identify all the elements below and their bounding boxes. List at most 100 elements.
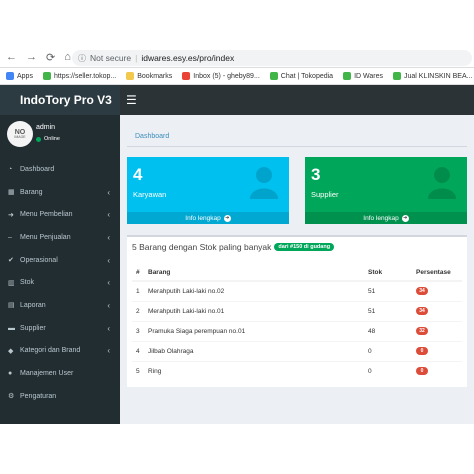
row-number: 3: [132, 320, 144, 341]
status-badge: dari #150 di gudang: [274, 243, 335, 251]
bookmark-apps[interactable]: Apps: [6, 72, 33, 80]
supplier-card: 3 Supplier Info lengkap ➜: [305, 157, 467, 224]
chevron-left-icon: ‹: [107, 346, 110, 356]
sidebar-item-label: Operasional: [20, 256, 58, 264]
row-stok: 0: [364, 340, 412, 361]
supplier-info-link[interactable]: Info lengkap ➜: [305, 212, 467, 224]
col-header-barang: Barang: [144, 264, 364, 282]
chevron-left-icon: ‹: [107, 232, 110, 242]
main-content: Dashboard 4 Karyawan Info lengkap ➜ 3 Su…: [120, 115, 474, 424]
sidebar-item-barang[interactable]: ▦ Barang ‹: [0, 181, 120, 204]
table-row: 3 Pramuka Siaga perempuan no.01 48 32: [132, 320, 462, 341]
top-stock-panel: 5 Barang dengan Stok paling banyak dari …: [127, 235, 467, 387]
sidebar-item-label: Stok: [20, 279, 35, 287]
row-persentase: 0: [412, 340, 462, 361]
gmail-icon: [182, 72, 191, 80]
security-label: Not secure: [90, 53, 132, 63]
sidebar-item-label: Laporan: [20, 301, 46, 309]
bookmark-klinskin[interactable]: Jual KLINSKIN BEA...: [393, 72, 472, 80]
sidebar-item-kategori[interactable]: ◆ Kategori dan Brand ‹: [0, 340, 120, 363]
row-number: 4: [132, 340, 144, 361]
minus-icon: –: [8, 233, 12, 241]
breadcrumb: Dashboard: [127, 127, 467, 147]
chart-icon: ▥: [8, 279, 15, 287]
karyawan-card: 4 Karyawan Info lengkap ➜: [127, 157, 289, 224]
bookmark-chat[interactable]: Chat | Tokopedia: [269, 72, 333, 80]
app-logo[interactable]: IndoTory Pro V3: [0, 85, 120, 115]
sidebar-item-label: Kategori dan Brand: [20, 347, 81, 355]
sidebar-item-label: Barang: [20, 188, 43, 196]
bookmark-inbox[interactable]: Inbox (5) - gheby89...: [182, 72, 260, 80]
row-barang: Jilbab Olahraga: [144, 340, 364, 361]
folder-icon: [126, 72, 135, 80]
row-barang: Merahputih Laki-laki no.02: [144, 280, 364, 301]
chevron-left-icon: ‹: [107, 278, 110, 288]
bookmarks-bar: Apps https://seller.tokop... Bookmarks I…: [0, 68, 474, 85]
bookmark-idwares[interactable]: ID Wares: [343, 72, 383, 80]
percent-badge: 32: [416, 327, 428, 335]
top-stock-header: 5 Barang dengan Stok paling banyak dari …: [132, 242, 335, 252]
row-stok: 0: [364, 360, 412, 381]
user-icon: ●: [8, 370, 13, 378]
table-icon: ▦: [8, 189, 15, 197]
col-header-stok: Stok: [364, 264, 412, 282]
karyawan-count: 4: [133, 165, 143, 184]
browser-toolbar: ← → ⟳ ⌂ ⓘ Not secure | idwares.esy.es/pr…: [0, 48, 474, 68]
chevron-left-icon: ‹: [107, 255, 110, 265]
percent-badge: 34: [416, 307, 428, 315]
sidebar-item-user[interactable]: ● Manajemen User: [0, 362, 120, 385]
row-number: 2: [132, 300, 144, 321]
table-header-row: # Barang Stok Persentase: [132, 264, 462, 282]
percent-badge: 0: [416, 347, 428, 355]
home-icon[interactable]: ⌂: [64, 51, 71, 64]
address-bar[interactable]: ⓘ Not secure | idwares.esy.es/pro/index: [72, 50, 472, 66]
gear-icon: ⚙: [8, 393, 15, 401]
sidebar-item-operasional[interactable]: ✔ Operasional ‹: [0, 249, 120, 272]
sidebar-item-dashboard[interactable]: ◔ Dashboard: [0, 158, 120, 181]
browser-nav: ← → ⟳ ⌂: [6, 51, 71, 64]
sidebar-item-penjualan[interactable]: – Menu Penjualan ‹: [0, 226, 120, 249]
chevron-left-icon: ‹: [107, 187, 110, 197]
back-icon[interactable]: ←: [6, 51, 17, 64]
sidebar-item-pengaturan[interactable]: ⚙ Pengaturan: [0, 385, 120, 408]
tokopedia-icon: [269, 72, 278, 80]
reload-icon[interactable]: ⟳: [46, 51, 55, 64]
arrow-right-icon: ➜: [8, 211, 14, 219]
sidebar-item-laporan[interactable]: ▤ Laporan ‹: [0, 294, 120, 317]
sidebar-item-label: Dashboard: [20, 165, 55, 173]
row-persentase: 32: [412, 320, 462, 341]
user-panel: NO IMAGE admin Online: [5, 119, 115, 151]
url-text: idwares.esy.es/pro/index: [141, 53, 235, 63]
top-navbar: [120, 85, 474, 115]
online-dot-icon: [36, 136, 41, 142]
arrow-circle-right-icon: ➜: [223, 214, 231, 222]
chevron-left-icon: ‹: [107, 300, 110, 310]
info-icon: ⓘ: [78, 53, 86, 63]
user-status: Online: [36, 136, 60, 142]
breadcrumb-link[interactable]: Dashboard: [135, 133, 169, 140]
address-divider: |: [135, 53, 138, 63]
row-persentase: 0: [412, 360, 462, 381]
top-stock-title: 5 Barang dengan Stok paling banyak: [132, 242, 272, 252]
avatar: NO IMAGE: [7, 121, 33, 147]
page-icon: [343, 72, 352, 80]
karyawan-info-link[interactable]: Info lengkap ➜: [127, 212, 289, 224]
supplier-label: Supplier: [311, 190, 339, 199]
supplier-count: 3: [311, 165, 321, 184]
row-persentase: 34: [412, 280, 462, 301]
table-row: 2 Merahputih Laki-laki no.01 51 34: [132, 300, 462, 321]
col-header-persentase: Persentase: [412, 264, 462, 282]
menu-toggle-icon[interactable]: ☰: [126, 93, 137, 107]
sidebar-item-pembelian[interactable]: ➜ Menu Pembelian ‹: [0, 203, 120, 226]
col-header-number: #: [132, 264, 144, 282]
row-barang: Merahputih Laki-laki no.01: [144, 300, 364, 321]
bookmark-folder[interactable]: Bookmarks: [126, 72, 172, 80]
forward-icon[interactable]: →: [26, 51, 37, 64]
tag-icon: ◆: [8, 347, 14, 355]
sidebar-item-stok[interactable]: ▥ Stok ‹: [0, 271, 120, 294]
apps-icon: [6, 72, 14, 80]
sidebar-item-supplier[interactable]: ▬ Supplier ‹: [0, 317, 120, 340]
table-row: 1 Merahputih Laki-laki no.02 51 34: [132, 280, 462, 301]
bookmark-seller[interactable]: https://seller.tokop...: [42, 72, 116, 80]
check-icon: ✔: [8, 257, 14, 265]
